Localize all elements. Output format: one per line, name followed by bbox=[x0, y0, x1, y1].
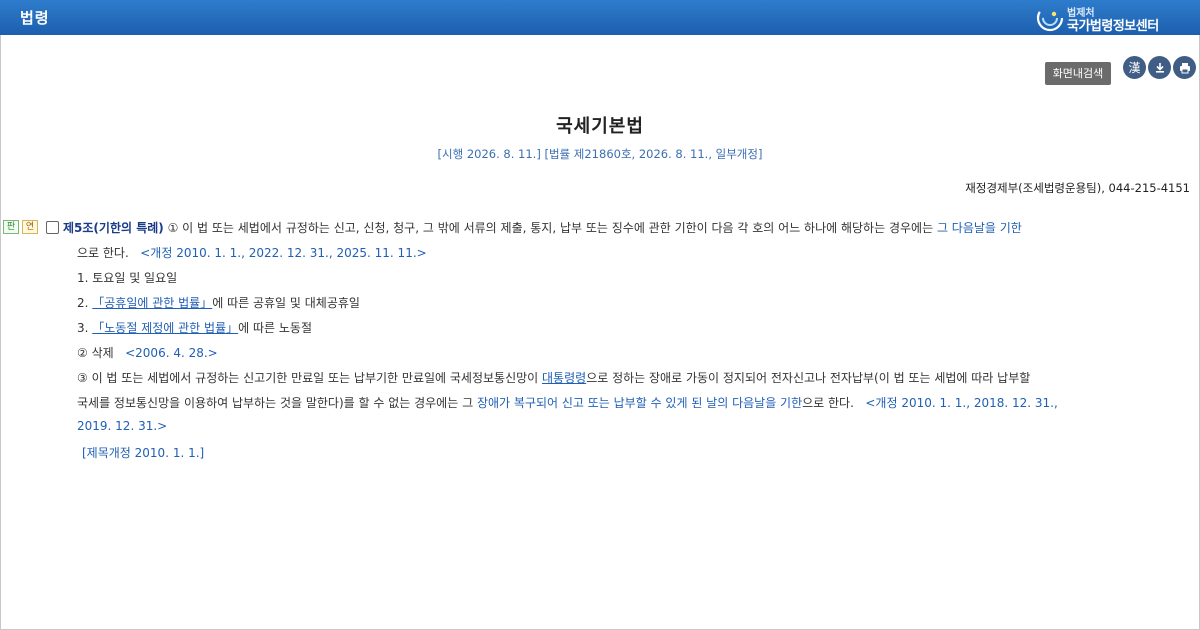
paragraph-3-amendment-2: 2019. 12. 31.> bbox=[77, 419, 168, 433]
paragraph-3-text-d: 으로 한다. bbox=[802, 396, 854, 410]
paragraph-3-text-a: ③ 이 법 또는 세법에서 규정하는 신고기한 만료일 또는 납부기한 만료일에… bbox=[77, 371, 543, 385]
history-badge[interactable]: 연 bbox=[22, 220, 38, 234]
item-2-text: 에 따른 공휴일 및 대체공휴일 bbox=[212, 296, 360, 310]
item-3-text: 에 따른 노동절 bbox=[238, 321, 312, 335]
print-icon bbox=[1179, 62, 1190, 73]
paragraph-3-highlight: 장애가 복구되어 신고 또는 납부할 수 있게 된 날의 다음날을 기한 bbox=[476, 396, 803, 410]
enforcement-info: [시행 2026. 8. 11.] [법률 제21860호, 2026. 8. … bbox=[437, 147, 763, 161]
presidential-decree-link[interactable]: 대통령령 bbox=[542, 371, 586, 385]
hanja-toggle-button[interactable]: 漢 bbox=[1123, 56, 1146, 79]
precedent-badge[interactable]: 판 bbox=[3, 220, 19, 234]
paragraph-1-line-2: 으로 한다. <개정 2010. 1. 1., 2022. 12. 31., 2… bbox=[77, 244, 427, 261]
paragraph-3-text-c: 국세를 정보통신망을 이용하여 납부하는 것을 말한다)를 할 수 없는 경우에… bbox=[77, 396, 477, 410]
site-logo[interactable]: 법제처 국가법령정보센터 bbox=[1036, 3, 1186, 34]
page-frame bbox=[0, 0, 1200, 630]
paragraph-1-highlight: 그 다음날을 기한 bbox=[936, 221, 1022, 235]
item-2-number: 2. bbox=[77, 296, 93, 310]
paragraph-1-text: ① 이 법 또는 세법에서 규정하는 신고, 신청, 청구, 그 밖에 서류의 … bbox=[163, 221, 937, 235]
paragraph-3-amendment-1: <개정 2010. 1. 1., 2018. 12. 31., bbox=[865, 396, 1058, 410]
law-title: 국세기본법 bbox=[556, 116, 644, 137]
item-2: 2. 「공휴일에 관한 법률」에 따른 공휴일 및 대체공휴일 bbox=[77, 294, 360, 311]
paragraph-3-text-b: 으로 정하는 장애로 가동이 정지되어 전자신고나 전자납부(이 법 또는 세법… bbox=[586, 371, 1031, 385]
logo-center-text: 국가법령정보센터 bbox=[1067, 19, 1159, 34]
title-amendment: [제목개정 2010. 1. 1.] bbox=[82, 446, 205, 460]
top-bar: 법령 법제처 국가법령정보센터 bbox=[0, 0, 1200, 35]
paragraph-2-amendment: <2006. 4. 28.> bbox=[125, 346, 218, 360]
print-button[interactable] bbox=[1173, 56, 1196, 79]
labor-day-act-link[interactable]: 「노동절 제정에 관한 법률」 bbox=[92, 321, 238, 335]
item-3-number: 3. bbox=[77, 321, 93, 335]
page-header-title: 법령 bbox=[20, 9, 50, 27]
paragraph-2-text: ② 삭제 bbox=[77, 346, 114, 360]
paragraph-1-amendment: <개정 2010. 1. 1., 2022. 12. 31., 2025. 11… bbox=[140, 246, 427, 260]
download-button[interactable] bbox=[1148, 56, 1171, 79]
paragraph-1-end: 으로 한다. bbox=[77, 246, 129, 260]
paragraph-3-line-1: ③ 이 법 또는 세법에서 규정하는 신고기한 만료일 또는 납부기한 만료일에… bbox=[77, 369, 1030, 386]
paragraph-3-line-2: 국세를 정보통신망을 이용하여 납부하는 것을 말한다)를 할 수 없는 경우에… bbox=[77, 394, 1058, 411]
ministry-contact: 재정경제부(조세법령운용팀), 044-215-4151 bbox=[965, 181, 1190, 195]
download-icon bbox=[1155, 62, 1164, 73]
in-page-search-button[interactable]: 화면내검색 bbox=[1045, 62, 1111, 85]
paragraph-1-line-1: 제5조(기한의 특례) ① 이 법 또는 세법에서 규정하는 신고, 신청, 청… bbox=[63, 219, 1022, 236]
hanja-icon: 漢 bbox=[1128, 61, 1141, 75]
article-heading[interactable]: 제5조(기한의 특례) bbox=[63, 221, 164, 235]
logo-swirl-icon bbox=[1036, 4, 1064, 32]
paragraph-2: ② 삭제 <2006. 4. 28.> bbox=[77, 344, 218, 361]
holiday-act-link[interactable]: 「공휴일에 관한 법률」 bbox=[92, 296, 212, 310]
article-checkbox[interactable] bbox=[46, 221, 59, 234]
item-1: 1. 토요일 및 일요일 bbox=[77, 271, 178, 285]
item-3: 3. 「노동절 제정에 관한 법률」에 따른 노동절 bbox=[77, 319, 312, 336]
